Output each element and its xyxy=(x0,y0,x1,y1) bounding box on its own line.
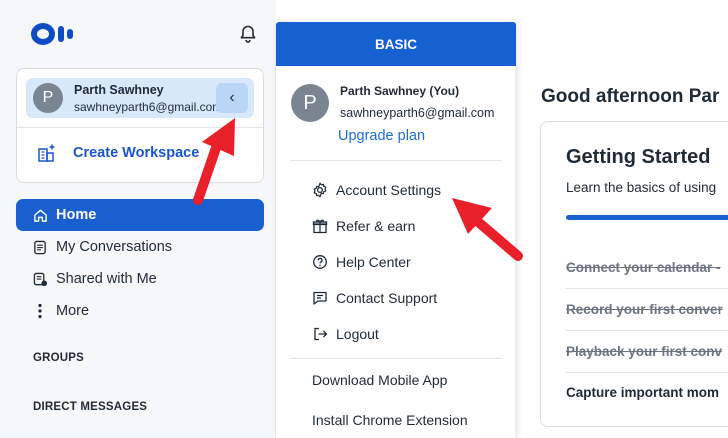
nav-item-shared-with-me[interactable]: Shared with Me xyxy=(16,263,264,295)
create-workspace-label: Create Workspace xyxy=(73,145,200,161)
otter-logo[interactable] xyxy=(31,23,73,45)
account-name: Parth Sawhney xyxy=(74,83,164,97)
plan-header: BASIC xyxy=(276,22,516,66)
nav-label: Shared with Me xyxy=(56,271,157,287)
chat-icon xyxy=(312,290,328,306)
menu-item-label: Account Settings xyxy=(336,182,442,198)
shared-icon xyxy=(32,271,48,287)
divider xyxy=(290,160,502,161)
direct-messages-heading[interactable]: DIRECT MESSAGES xyxy=(33,401,147,413)
avatar: P xyxy=(291,84,329,122)
menu-item-label: Logout xyxy=(336,326,379,342)
task-record-conversation[interactable]: Record your first conver xyxy=(566,302,723,317)
nav-label: Home xyxy=(56,207,97,223)
task-playback-conversation[interactable]: Playback your first conv xyxy=(566,344,722,359)
menu-item-logout[interactable]: Logout xyxy=(312,323,379,345)
nav-label: My Conversations xyxy=(56,239,173,255)
collapse-button[interactable]: ‹ xyxy=(216,83,248,113)
divider xyxy=(290,358,502,359)
menu-item-help-center[interactable]: Help Center xyxy=(312,251,411,273)
home-icon xyxy=(32,207,48,223)
nav-label: More xyxy=(56,303,90,319)
workspace-card: P Parth Sawhney sawhneyparth6@gmail.com … xyxy=(16,68,264,183)
progress-fill xyxy=(566,215,728,220)
divider xyxy=(566,330,728,331)
help-icon xyxy=(312,254,328,270)
task-capture-moments[interactable]: Capture important mom xyxy=(566,385,719,400)
getting-started-title: Getting Started xyxy=(566,146,711,168)
menu-item-contact-support[interactable]: Contact Support xyxy=(312,287,437,309)
nav-item-my-conversations[interactable]: My Conversations xyxy=(16,231,264,263)
task-connect-calendar[interactable]: Connect your calendar - xyxy=(566,260,721,275)
getting-started-subtitle: Learn the basics of using xyxy=(566,180,717,195)
upgrade-plan-link[interactable]: Upgrade plan xyxy=(338,128,425,144)
divider xyxy=(566,372,728,373)
avatar: P xyxy=(33,83,63,113)
menu-item-download-mobile-app[interactable]: Download Mobile App xyxy=(312,372,447,388)
more-icon xyxy=(32,303,48,319)
menu-user-email: sawhneyparth6@gmail.com xyxy=(340,106,495,120)
menu-item-install-chrome-extension[interactable]: Install Chrome Extension xyxy=(312,412,468,428)
bell-icon[interactable] xyxy=(238,24,258,44)
sidebar: P Parth Sawhney sawhneyparth6@gmail.com … xyxy=(0,0,276,438)
create-workspace-button[interactable]: Create Workspace xyxy=(37,143,199,163)
menu-item-label: Refer & earn xyxy=(336,218,416,234)
gift-icon xyxy=(312,218,328,234)
progress-bar xyxy=(566,215,728,220)
divider xyxy=(17,127,263,128)
menu-item-label: Help Center xyxy=(336,254,411,270)
menu-item-refer-earn[interactable]: Refer & earn xyxy=(312,215,415,237)
menu-user-name: Parth Sawhney (You) xyxy=(340,84,460,98)
divider xyxy=(566,288,728,289)
building-plus-icon xyxy=(38,144,55,162)
nav-item-home[interactable]: Home xyxy=(16,199,264,231)
account-email: sawhneyparth6@gmail.com xyxy=(74,100,223,114)
groups-heading[interactable]: GROUPS xyxy=(33,352,84,364)
conversations-icon xyxy=(32,239,48,255)
menu-item-account-settings[interactable]: Account Settings xyxy=(312,179,441,201)
getting-started-card: Getting Started Learn the basics of usin… xyxy=(540,121,728,427)
account-menu: BASIC P Parth Sawhney (You) sawhneyparth… xyxy=(275,22,516,438)
menu-item-label: Contact Support xyxy=(336,290,438,306)
chevron-left-icon: ‹ xyxy=(229,89,235,106)
logout-icon xyxy=(312,326,328,342)
greeting: Good afternoon Par xyxy=(541,86,720,107)
nav-item-more[interactable]: More xyxy=(16,295,264,327)
gear-icon xyxy=(312,182,328,198)
current-account[interactable]: P Parth Sawhney sawhneyparth6@gmail.com … xyxy=(26,78,254,118)
